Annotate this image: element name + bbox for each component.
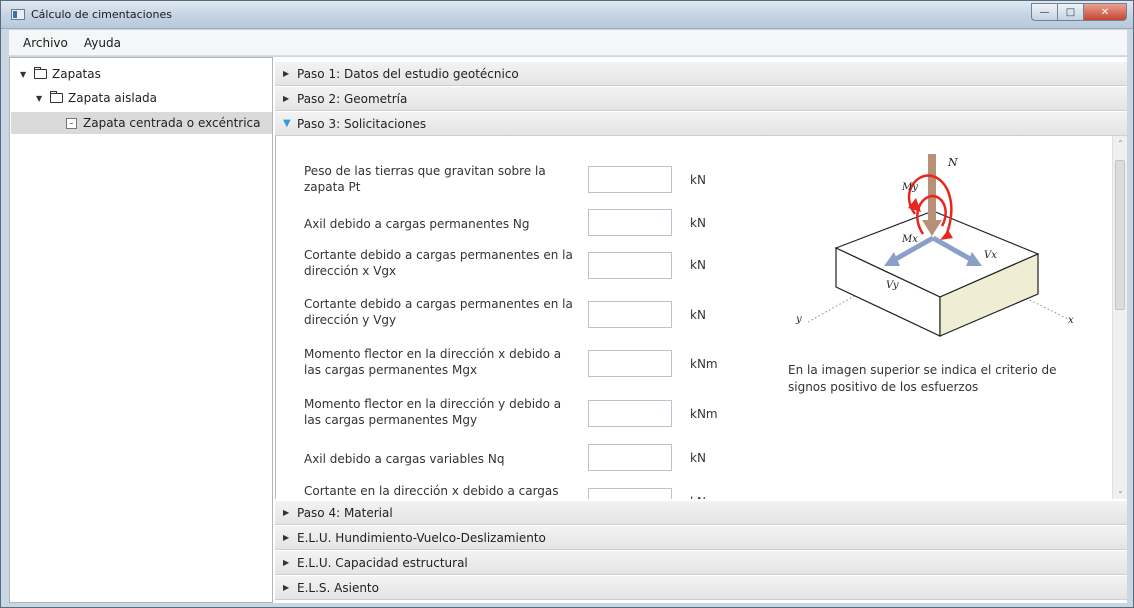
els-asiento-label: E.L.S. Asiento xyxy=(297,580,379,595)
mgx-input[interactable] xyxy=(588,350,672,377)
field-label-vqx: Cortante en la dirección x debido a carg… xyxy=(304,484,559,498)
collapsed-arrow-icon: ▶ xyxy=(283,94,290,103)
close-button[interactable]: ✕ xyxy=(1083,3,1127,21)
label-n: N xyxy=(947,156,958,169)
title-bar: Cálculo de cimentaciones — □ ✕ xyxy=(1,1,1133,29)
field-label-pt: Peso de las tierras que gravitan sobre l… xyxy=(304,164,546,194)
label-y: y xyxy=(795,314,802,325)
folder-open-icon xyxy=(50,91,63,103)
step-3-label: Paso 3: Solicitaciones xyxy=(297,116,427,131)
scroll-down-icon[interactable]: ⌄ xyxy=(1113,483,1128,499)
nq-input[interactable] xyxy=(588,444,672,471)
collapsed-arrow-icon: ▶ xyxy=(283,69,290,78)
unit-label: kN xyxy=(690,216,706,230)
pt-input[interactable] xyxy=(588,166,672,193)
elu-capacidad-label: E.L.U. Capacidad estructural xyxy=(297,555,468,570)
vgx-input[interactable] xyxy=(588,252,672,279)
field-label-ng: Axil debido a cargas permanentes Ng xyxy=(304,217,530,231)
field-label-vgy: Cortante debido a cargas permanentes en … xyxy=(304,297,573,327)
step-4-header[interactable]: ▶ Paso 4: Material xyxy=(275,501,1127,525)
panel-scrollbar[interactable]: ⌃ ⌄ xyxy=(1112,136,1127,499)
step-4-label: Paso 4: Material xyxy=(297,505,393,520)
els-asiento-header[interactable]: ▶ E.L.S. Asiento xyxy=(275,576,1127,600)
steps-accordion: ▶ Paso 1: Datos del estudio geotécnico ▶… xyxy=(275,57,1127,603)
unit-label: kNm xyxy=(690,357,718,371)
unit-label: kNm xyxy=(690,407,718,421)
collapsed-arrow-icon: ▶ xyxy=(283,558,290,567)
field-label-mgy: Momento flector en la dirección y debido… xyxy=(304,397,562,427)
unit-label: kN xyxy=(690,173,706,187)
step-2-label: Paso 2: Geometría xyxy=(297,91,408,106)
mgy-input[interactable] xyxy=(588,400,672,427)
ng-input[interactable] xyxy=(588,209,672,236)
field-label-mgx: Momento flector en la dirección x debido… xyxy=(304,347,562,377)
field-label-nq: Axil debido a cargas variables Nq xyxy=(304,452,505,466)
menu-archivo[interactable]: Archivo xyxy=(15,36,76,50)
elu-hundimiento-label: E.L.U. Hundimiento-Vuelco-Deslizamiento xyxy=(297,530,546,545)
elu-hundimiento-header[interactable]: ▶ E.L.U. Hundimiento-Vuelco-Deslizamient… xyxy=(275,526,1127,550)
sign-convention-note: En la imagen superior se indica el crite… xyxy=(788,363,1057,394)
scroll-up-icon[interactable]: ⌃ xyxy=(1113,136,1128,152)
tree-item-zapatas[interactable]: ▼ Zapatas xyxy=(20,63,101,85)
collapsed-arrow-icon: ▶ xyxy=(283,533,290,542)
collapsed-arrow-icon: ▶ xyxy=(283,508,290,517)
step-1-header[interactable]: ▶ Paso 1: Datos del estudio geotécnico xyxy=(275,62,1127,86)
vgy-input[interactable] xyxy=(588,301,672,328)
solicitaciones-panel: Peso de las tierras que gravitan sobre l… xyxy=(275,136,1127,499)
collapsed-arrow-icon: ▶ xyxy=(283,583,290,592)
tree-item-label: Zapatas xyxy=(52,67,101,81)
unit-label: kN xyxy=(690,308,706,322)
tree-item-label: Zapata aislada xyxy=(68,91,158,105)
label-mx: Mx xyxy=(901,234,918,245)
vqx-input[interactable] xyxy=(588,488,672,499)
tree-item-zapata-aislada[interactable]: ▼ Zapata aislada xyxy=(36,87,157,109)
step-1-label: Paso 1: Datos del estudio geotécnico xyxy=(297,66,519,81)
expand-arrow-icon[interactable]: ▼ xyxy=(36,94,50,103)
label-my: My xyxy=(901,182,918,193)
step-2-header[interactable]: ▶ Paso 2: Geometría xyxy=(275,87,1127,111)
document-icon xyxy=(66,117,77,129)
maximize-button[interactable]: □ xyxy=(1057,3,1083,21)
label-vy: Vy xyxy=(886,280,899,291)
scroll-thumb[interactable] xyxy=(1115,160,1125,310)
unit-label: kN xyxy=(690,258,706,272)
window-title: Cálculo de cimentaciones xyxy=(31,8,172,21)
menu-ayuda[interactable]: Ayuda xyxy=(76,36,129,50)
field-label-vgx: Cortante debido a cargas permanentes en … xyxy=(304,248,573,278)
label-x: x xyxy=(1068,315,1074,326)
unit-label: kN xyxy=(690,451,706,465)
main-content: ▼ Zapatas ▼ Zapata aislada Zapata centra… xyxy=(9,57,1127,603)
unit-label: kN xyxy=(690,495,706,499)
elu-capacidad-header[interactable]: ▶ E.L.U. Capacidad estructural xyxy=(275,551,1127,575)
sign-convention-diagram: N My Mx Vx Vy y x xyxy=(788,154,1081,343)
menu-bar: Archivo Ayuda xyxy=(9,30,1127,56)
label-vx: Vx xyxy=(984,250,997,261)
expand-arrow-icon[interactable]: ▼ xyxy=(20,70,34,79)
tree-item-zapata-centrada[interactable]: Zapata centrada o excéntrica xyxy=(11,112,272,134)
app-window: Cálculo de cimentaciones — □ ✕ Archivo A… xyxy=(0,0,1134,608)
app-icon xyxy=(11,9,25,20)
minimize-button[interactable]: — xyxy=(1031,3,1057,21)
step-3-header[interactable]: ▼ Paso 3: Solicitaciones xyxy=(275,112,1127,136)
navigation-tree: ▼ Zapatas ▼ Zapata aislada Zapata centra… xyxy=(9,57,273,603)
expanded-arrow-icon: ▼ xyxy=(283,118,291,129)
tree-item-label: Zapata centrada o excéntrica xyxy=(83,116,261,130)
folder-open-icon xyxy=(34,67,47,79)
